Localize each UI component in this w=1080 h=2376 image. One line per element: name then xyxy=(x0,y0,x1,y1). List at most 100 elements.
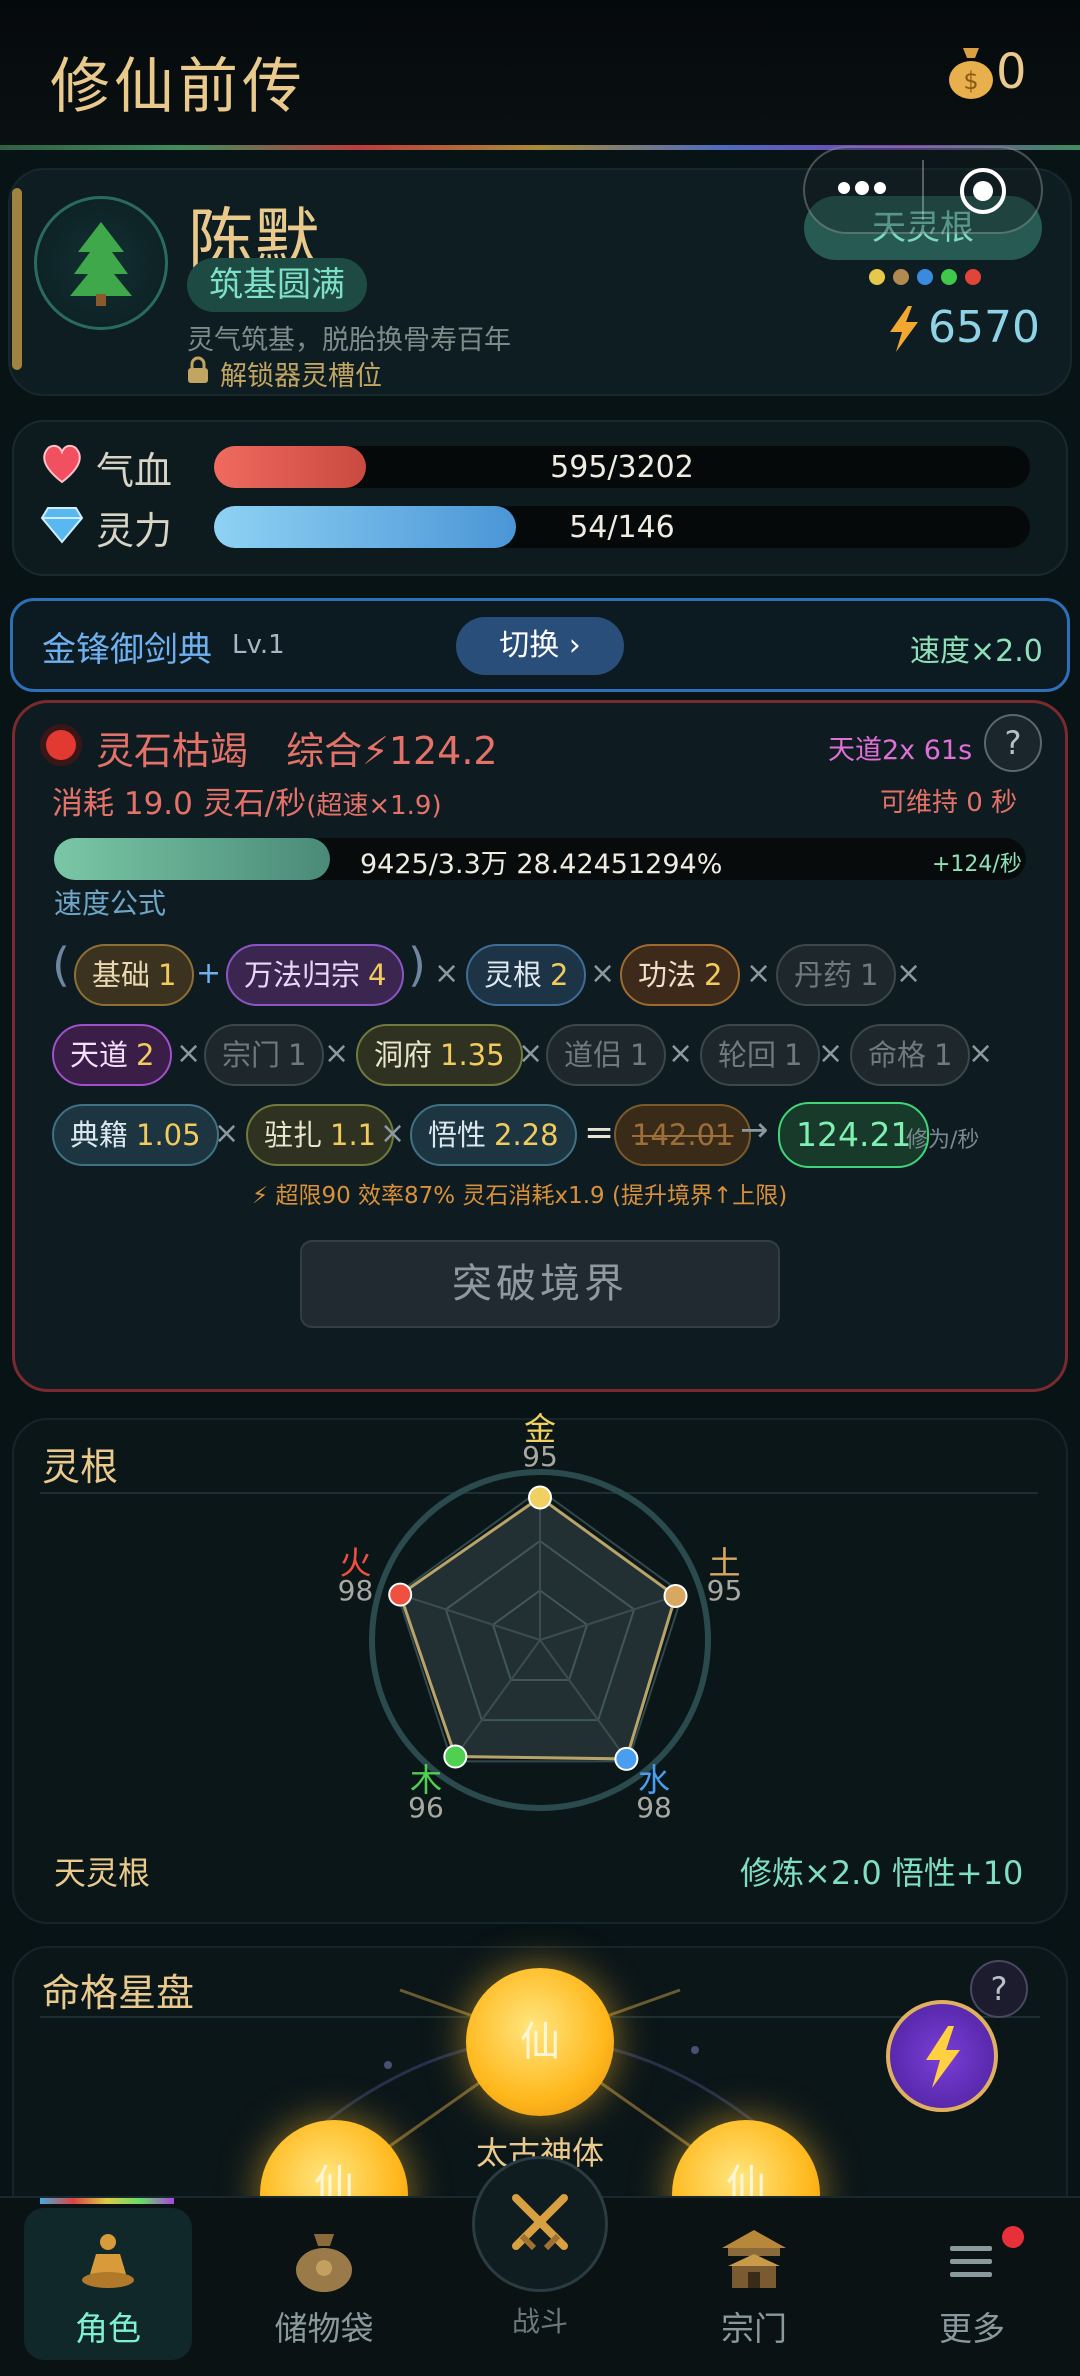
chip-value: 1 xyxy=(288,1038,307,1072)
help-button[interactable]: ? xyxy=(984,714,1042,772)
svg-text:$: $ xyxy=(963,67,978,95)
element-dot xyxy=(869,269,885,285)
nav-label: 战斗 xyxy=(511,2305,568,2338)
times-operator: × xyxy=(434,956,460,991)
storage-bag-icon xyxy=(296,2234,352,2292)
element-value-label: 98 xyxy=(337,1574,374,1608)
technique-speed: 速度×2.0 xyxy=(910,634,1043,669)
nav-label: 储物袋 xyxy=(274,2309,374,2348)
chip-danyao[interactable]: 丹药 1 xyxy=(776,944,897,1006)
chip-zhuzha[interactable]: 驻扎 1.1 xyxy=(246,1104,395,1166)
nav-battle[interactable]: 战斗 xyxy=(460,2300,620,2340)
chip-mingge[interactable]: 命格 1 xyxy=(850,1024,971,1086)
sustain-time: 可维持 0 秒 xyxy=(880,788,1018,818)
nav-role[interactable]: 角色 xyxy=(28,2302,188,2350)
element-value-label: 95 xyxy=(706,1574,743,1608)
times-operator: × xyxy=(590,956,616,991)
radar-point xyxy=(663,1583,688,1608)
plus-operator: + xyxy=(196,956,222,991)
technique-level: Lv.1 xyxy=(232,630,285,660)
times-operator: × xyxy=(324,1036,350,1071)
chip-tiandao[interactable]: 天道 2 xyxy=(52,1024,173,1086)
linggen-type: 天灵根 xyxy=(54,1854,151,1892)
chip-value: 4 xyxy=(368,958,387,992)
pine-tree-icon xyxy=(70,222,132,306)
cultivation-progress-text: 9425/3.3万 28.42451294% xyxy=(360,849,723,880)
times-operator: × xyxy=(380,1116,406,1151)
chip-dianji[interactable]: 典籍 1.05 xyxy=(52,1104,219,1166)
nav-more[interactable]: 更多 xyxy=(892,2302,1052,2350)
chip-label: 典籍 xyxy=(70,1118,129,1152)
more-dots-icon[interactable] xyxy=(832,176,892,200)
overlimit-note: ⚡ 超限90 效率87% 灵石消耗x1.9 (提升境界↑上限) xyxy=(252,1183,788,1209)
chip-label: 道侣 xyxy=(564,1038,623,1072)
chip-label: 基础 xyxy=(92,958,151,992)
formula-label[interactable]: 速度公式 xyxy=(54,882,166,922)
linggen-title: 灵根 xyxy=(42,1445,119,1489)
chip-zongmen[interactable]: 宗门 1 xyxy=(204,1024,325,1086)
close-paren: ) xyxy=(408,938,426,992)
chip-label: 轮回 xyxy=(718,1038,777,1072)
overall-label: 综合 xyxy=(286,729,363,773)
arrow-operator: → xyxy=(740,1110,769,1150)
main-star-orb[interactable]: 仙 xyxy=(466,1968,614,2116)
mp-value: 54/146 xyxy=(569,510,675,545)
chip-gongfa[interactable]: 功法 2 xyxy=(620,944,741,1006)
target-icon[interactable] xyxy=(958,166,1008,216)
chip-label: 天道 xyxy=(70,1038,129,1072)
nav-storage[interactable]: 储物袋 xyxy=(244,2302,404,2350)
status-text: 灵石枯竭 xyxy=(96,729,249,773)
element-dot xyxy=(941,269,957,285)
chip-value: 1.35 xyxy=(440,1038,505,1072)
consumption-main: 消耗 19.0 灵石/秒 xyxy=(52,786,307,822)
chip-lunhui[interactable]: 轮回 1 xyxy=(700,1024,821,1086)
diamond-icon xyxy=(40,507,84,544)
side-accent-bar xyxy=(12,188,22,370)
lightning-icon xyxy=(890,306,918,352)
chip-label: 悟性 xyxy=(428,1118,487,1152)
money-bag-icon: $ xyxy=(949,48,993,99)
nav-active-indicator xyxy=(40,2198,174,2204)
times-operator: × xyxy=(176,1036,202,1071)
stone-consumption: 消耗 19.0 灵石/秒(超速×1.9) xyxy=(52,778,442,823)
chip-value: 1 xyxy=(934,1038,953,1072)
coin-count: 0 xyxy=(996,44,1027,100)
status-dot xyxy=(46,730,76,760)
chip-wanfa[interactable]: 万法归宗 4 xyxy=(226,944,405,1006)
switch-technique-button[interactable]: 切换 › xyxy=(456,617,624,675)
mp-label: 灵力 xyxy=(96,509,173,553)
chip-value: 2.28 xyxy=(494,1118,559,1152)
lightning-icon xyxy=(926,2026,960,2088)
chip-wuxing[interactable]: 悟性 2.28 xyxy=(410,1104,577,1166)
fate-title: 命格星盘 xyxy=(42,1971,195,2015)
raw-rate-value: 142.01 xyxy=(614,1104,752,1166)
times-operator: × xyxy=(746,956,772,991)
hp-label: 气血 xyxy=(96,449,173,493)
nav-label: 角色 xyxy=(75,2309,141,2348)
realm-badge: 筑基圆满 xyxy=(187,258,367,312)
crossed-swords-icon xyxy=(512,2194,568,2251)
heart-icon xyxy=(43,444,81,484)
unlock-hint[interactable]: 解锁器灵槽位 xyxy=(220,354,382,393)
breakthrough-button[interactable]: 突破境界 xyxy=(300,1240,780,1328)
chip-value: 1 xyxy=(158,958,177,992)
chip-value: 2 xyxy=(550,958,569,992)
combat-power: 6570 xyxy=(928,302,1040,353)
cultivation-rate: +124/秒 xyxy=(932,852,1022,877)
app-title: 修仙前传 xyxy=(50,52,306,122)
chip-label: 丹药 xyxy=(794,958,853,992)
hp-value: 595/3202 xyxy=(550,450,694,485)
chip-value: 1 xyxy=(784,1038,803,1072)
quick-action-button[interactable] xyxy=(886,2000,998,2112)
cultivation-progress-fill xyxy=(54,838,330,880)
chip-jichu[interactable]: 基础 1 xyxy=(74,944,195,1006)
times-operator: × xyxy=(818,1036,844,1071)
technique-name: 金锋御剑典 xyxy=(42,630,212,670)
nav-sect[interactable]: 宗门 xyxy=(674,2302,834,2350)
chip-daolv[interactable]: 道侣 1 xyxy=(546,1024,667,1086)
realm-description: 灵气筑基，脱胎换骨寿百年 xyxy=(187,325,511,356)
chip-linggen[interactable]: 灵根 2 xyxy=(466,944,587,1006)
chip-dongfu[interactable]: 洞府 1.35 xyxy=(356,1024,523,1086)
avatar[interactable] xyxy=(34,196,168,330)
times-operator: × xyxy=(214,1116,240,1151)
